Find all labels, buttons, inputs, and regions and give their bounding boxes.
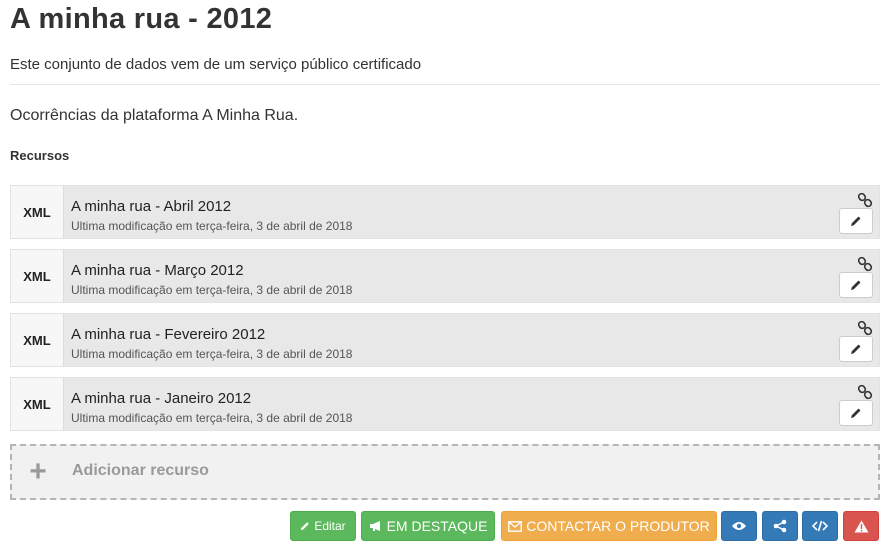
pencil-icon [851, 408, 861, 418]
add-resource-label: Adicionar recurso [72, 462, 209, 479]
link-icon[interactable] [857, 192, 873, 208]
link-icon[interactable] [857, 256, 873, 272]
resource-modified: Ultima modificação em terça-feira, 3 de … [71, 219, 353, 233]
resource-item[interactable]: XML A minha rua - Março 2012 Ultima modi… [10, 249, 880, 303]
resources-heading: Recursos [10, 148, 70, 163]
embed-code-button[interactable] [802, 511, 838, 541]
resource-modified: Ultima modificação em terça-feira, 3 de … [71, 347, 353, 361]
edit-resource-button[interactable] [839, 400, 873, 426]
page-title: A minha rua - 2012 [10, 3, 273, 35]
resource-format: XML [11, 378, 64, 430]
resource-modified: Ultima modificação em terça-feira, 3 de … [71, 283, 353, 297]
resource-item[interactable]: XML A minha rua - Janeiro 2012 Ultima mo… [10, 377, 880, 431]
edit-button-label: Editar [314, 519, 346, 533]
page-subtitle: Este conjunto de dados vem de um serviço… [10, 56, 422, 73]
bullhorn-icon [369, 521, 380, 531]
resource-format: XML [11, 314, 64, 366]
share-icon [773, 519, 787, 533]
highlight-button-label: EM DESTAQUE [386, 518, 488, 534]
contact-producer-button[interactable]: CONTACTAR O PRODUTOR [501, 511, 717, 541]
code-icon [812, 520, 828, 532]
warning-icon [854, 520, 868, 532]
edit-resource-button[interactable] [839, 336, 873, 362]
resource-format: XML [11, 186, 64, 238]
resource-name[interactable]: A minha rua - Abril 2012 [71, 198, 231, 215]
envelope-icon [508, 520, 523, 532]
pencil-icon [301, 522, 310, 531]
pencil-icon [851, 344, 861, 354]
plus-icon: + [29, 455, 47, 488]
resource-item[interactable]: XML A minha rua - Abril 2012 Ultima modi… [10, 185, 880, 239]
edit-resource-button[interactable] [839, 208, 873, 234]
share-button[interactable] [762, 511, 798, 541]
resource-modified: Ultima modificação em terça-feira, 3 de … [71, 411, 353, 425]
add-resource-button[interactable]: + Adicionar recurso [10, 444, 880, 500]
resource-name[interactable]: A minha rua - Março 2012 [71, 262, 244, 279]
link-icon[interactable] [857, 320, 873, 336]
divider [10, 84, 880, 85]
report-button[interactable] [843, 511, 879, 541]
edit-button[interactable]: Editar [290, 511, 356, 541]
highlight-button[interactable]: EM DESTAQUE [361, 511, 495, 541]
pencil-icon [851, 216, 861, 226]
link-icon[interactable] [857, 384, 873, 400]
resource-format: XML [11, 250, 64, 302]
view-button[interactable] [721, 511, 757, 541]
resource-name[interactable]: A minha rua - Janeiro 2012 [71, 390, 251, 407]
resource-item[interactable]: XML A minha rua - Fevereiro 2012 Ultima … [10, 313, 880, 367]
edit-resource-button[interactable] [839, 272, 873, 298]
pencil-icon [851, 280, 861, 290]
resource-name[interactable]: A minha rua - Fevereiro 2012 [71, 326, 265, 343]
eye-icon [732, 522, 746, 530]
contact-producer-label: CONTACTAR O PRODUTOR [526, 518, 710, 534]
dataset-description: Ocorrências da plataforma A Minha Rua. [10, 107, 299, 124]
